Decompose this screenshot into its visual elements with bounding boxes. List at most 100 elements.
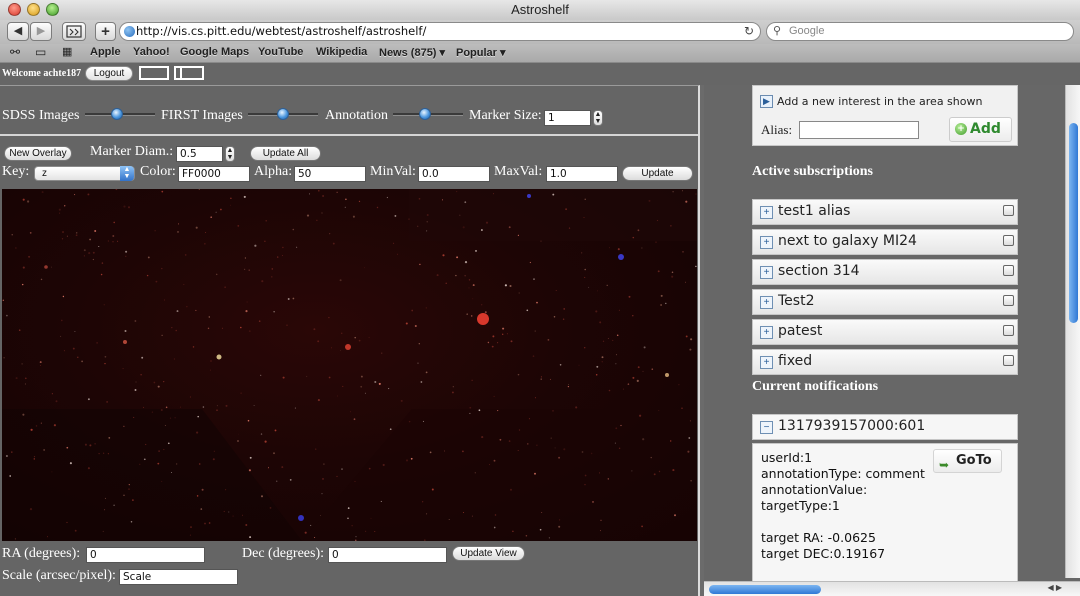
- bookmark-page-button[interactable]: [62, 22, 86, 41]
- subscription-item[interactable]: + fixed: [752, 349, 1018, 375]
- star: [104, 509, 106, 511]
- annotation-slider[interactable]: [393, 108, 463, 120]
- subscription-checkbox[interactable]: [1003, 265, 1014, 276]
- new-overlay-button[interactable]: New Overlay: [4, 146, 72, 161]
- horizontal-scrollbar[interactable]: ◀ ▶: [704, 581, 1080, 596]
- subscription-checkbox[interactable]: [1003, 235, 1014, 246]
- ra-field[interactable]: 0: [86, 547, 205, 563]
- alpha-field[interactable]: 50: [294, 166, 366, 182]
- bookmark-popular[interactable]: Popular ▾: [456, 46, 506, 59]
- subscription-checkbox[interactable]: [1003, 355, 1014, 366]
- star: [431, 488, 434, 491]
- split-pane-layout-icon[interactable]: [174, 66, 204, 80]
- star: [201, 488, 204, 491]
- alias-input[interactable]: [799, 121, 919, 139]
- marker-size-field[interactable]: 1: [544, 110, 591, 126]
- marker-diam-stepper[interactable]: ▲ ▼: [225, 146, 235, 162]
- bookmark-wikipedia[interactable]: Wikipedia: [316, 46, 367, 58]
- subscription-item[interactable]: + patest: [752, 319, 1018, 345]
- add-interest-button[interactable]: + Add: [949, 117, 1012, 142]
- star: [171, 472, 172, 473]
- bookmark-youtube[interactable]: YouTube: [258, 46, 303, 58]
- update-button[interactable]: Update: [622, 166, 693, 181]
- star: [134, 389, 137, 391]
- reload-icon[interactable]: ↻: [744, 23, 754, 40]
- scroll-arrows-icon[interactable]: ◀ ▶: [1047, 583, 1062, 592]
- star: [195, 309, 197, 311]
- forward-button[interactable]: ▶: [30, 22, 52, 41]
- expand-plus-icon[interactable]: +: [760, 296, 773, 309]
- expand-plus-icon[interactable]: +: [760, 326, 773, 339]
- goto-button[interactable]: ➥ GoTo: [933, 449, 1002, 473]
- grid-icon[interactable]: ▦: [62, 45, 72, 58]
- sky-image[interactable]: [2, 189, 697, 541]
- star: [639, 414, 642, 417]
- bookmark-yahoo[interactable]: Yahoo!: [133, 46, 170, 58]
- key-select-value: z: [42, 168, 47, 179]
- first-images-slider[interactable]: [248, 108, 318, 120]
- new-tab-button[interactable]: +: [95, 22, 116, 41]
- subscription-checkbox[interactable]: [1003, 325, 1014, 336]
- minimize-window-button[interactable]: [27, 3, 40, 16]
- dec-field[interactable]: 0: [328, 547, 447, 563]
- expand-plus-icon[interactable]: +: [760, 356, 773, 369]
- star: [612, 339, 614, 341]
- search-input[interactable]: ⚲ Google: [766, 22, 1074, 41]
- subscription-item[interactable]: + next to galaxy MI24: [752, 229, 1018, 255]
- single-pane-layout-icon[interactable]: [139, 66, 169, 80]
- maxval-field[interactable]: 1.0: [546, 166, 618, 182]
- star: [595, 374, 598, 376]
- update-view-button[interactable]: Update View: [452, 546, 525, 561]
- logout-button[interactable]: Logout: [85, 66, 133, 81]
- bookmark-news[interactable]: News (875) ▾: [379, 46, 445, 59]
- reading-glasses-icon[interactable]: ⚯: [10, 45, 20, 59]
- star: [581, 451, 584, 453]
- minval-field[interactable]: 0.0: [418, 166, 490, 182]
- slider-knob[interactable]: [111, 108, 124, 120]
- marker-diam-field[interactable]: 0.5: [176, 146, 223, 162]
- star: [558, 456, 561, 459]
- expand-plus-icon[interactable]: +: [760, 236, 773, 249]
- slider-knob[interactable]: [419, 108, 432, 120]
- address-bar[interactable]: http://vis.cs.pitt.edu/webtest/astroshel…: [119, 22, 761, 41]
- notification-header[interactable]: − 1317939157000:601: [752, 414, 1018, 440]
- star: [318, 189, 320, 192]
- scrollbar-thumb[interactable]: [709, 585, 821, 594]
- star: [317, 399, 320, 402]
- scrollbar-thumb[interactable]: [1069, 123, 1078, 323]
- sdss-images-slider[interactable]: [85, 108, 155, 120]
- star: [204, 243, 206, 245]
- star: [229, 204, 231, 206]
- bookmark-google-maps[interactable]: Google Maps: [180, 46, 249, 58]
- key-select[interactable]: z ▲ ▼: [34, 166, 135, 181]
- subscription-item[interactable]: + section 314: [752, 259, 1018, 285]
- subscription-item[interactable]: + test1 alias: [752, 199, 1018, 225]
- star: [584, 483, 586, 486]
- subscription-item[interactable]: + Test2: [752, 289, 1018, 315]
- collapse-minus-icon[interactable]: −: [760, 421, 773, 434]
- star: [386, 196, 389, 199]
- star: [584, 474, 587, 477]
- expand-plus-icon[interactable]: +: [760, 206, 773, 219]
- star: [554, 447, 556, 449]
- open-book-icon[interactable]: ▭: [35, 45, 46, 59]
- close-window-button[interactable]: [8, 3, 21, 16]
- vertical-scrollbar[interactable]: [1065, 85, 1080, 578]
- slider-knob[interactable]: [277, 108, 289, 120]
- bookmark-apple[interactable]: Apple: [90, 46, 121, 58]
- star: [102, 530, 104, 532]
- expand-plus-icon[interactable]: +: [760, 266, 773, 279]
- star: [378, 382, 381, 385]
- expand-icon[interactable]: ▶: [760, 95, 773, 108]
- scale-field[interactable]: Scale: [119, 569, 238, 585]
- subscription-checkbox[interactable]: [1003, 205, 1014, 216]
- color-field[interactable]: FF0000: [178, 166, 250, 182]
- zoom-window-button[interactable]: [46, 3, 59, 16]
- marker-size-stepper[interactable]: ▲ ▼: [593, 110, 603, 126]
- star: [11, 234, 13, 236]
- back-button[interactable]: ◀: [7, 22, 29, 41]
- subscription-checkbox[interactable]: [1003, 295, 1014, 306]
- star: [672, 469, 675, 472]
- update-all-button[interactable]: Update All: [250, 146, 321, 161]
- star: [58, 208, 61, 211]
